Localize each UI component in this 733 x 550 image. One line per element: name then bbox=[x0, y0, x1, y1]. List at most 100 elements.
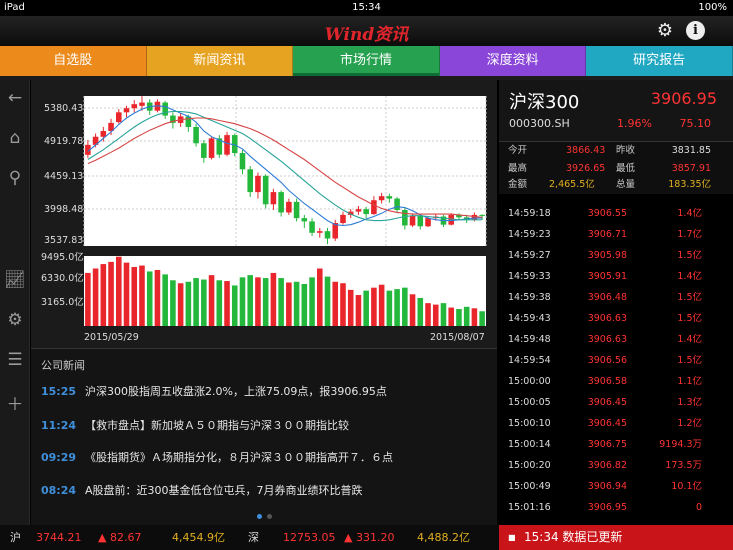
volume-bar bbox=[247, 275, 253, 326]
tick-volume: 1.7亿 bbox=[677, 229, 702, 240]
tick-row: 14:59:23 3906.71 1.7亿 bbox=[499, 224, 733, 245]
volume-bar bbox=[301, 283, 308, 326]
title-bar: Wind资讯 ⚙ i bbox=[0, 16, 733, 46]
volume-axis-label: 6330.0亿 bbox=[41, 272, 84, 284]
volume-bar bbox=[324, 276, 331, 326]
search-icon[interactable]: ⚲ bbox=[0, 168, 30, 188]
volume-bar bbox=[185, 281, 192, 326]
candle-body bbox=[293, 201, 300, 219]
tab-research-data[interactable]: 深度资料 bbox=[439, 46, 587, 76]
tick-time: 15:00:14 bbox=[508, 439, 551, 450]
tab-market[interactable]: 市场行情 bbox=[293, 46, 440, 76]
candle-body bbox=[278, 192, 284, 213]
candle-body bbox=[409, 215, 416, 226]
volume-bar bbox=[139, 265, 145, 326]
tick-row: 14:59:33 3905.91 1.4亿 bbox=[499, 266, 733, 287]
sz-index-change: ▲ 331.20 bbox=[344, 531, 395, 544]
price-axis-label: 5380.43 bbox=[44, 103, 83, 114]
sh-index-change: ▲ 82.67 bbox=[98, 531, 142, 544]
sh-amount: 4,454.9亿 bbox=[172, 531, 225, 544]
news-item[interactable]: 11:24 【救市盘点】新加坡Ａ５０期指与沪深３００期指比较 bbox=[31, 416, 497, 436]
volume-bar bbox=[317, 268, 323, 326]
volume-bar bbox=[108, 261, 114, 326]
amount-label: 金额 bbox=[508, 179, 528, 190]
news-item[interactable]: 09:29 《股指期货》Ａ场期指分化，８月沪深３００期指高开７．６点 bbox=[31, 448, 497, 468]
tick-price: 3906.63 bbox=[587, 334, 627, 345]
candle-body bbox=[425, 218, 431, 227]
tick-price: 3906.63 bbox=[587, 313, 627, 324]
prev-close-label: 昨收 bbox=[616, 145, 636, 156]
volume-bar bbox=[340, 283, 346, 326]
tick-price: 3906.71 bbox=[587, 229, 627, 240]
news-item[interactable]: 08:24 A股盘前：近300基金低仓位屯兵，7月券商业绩环比普跌 bbox=[31, 481, 497, 501]
volume-bar bbox=[293, 281, 300, 326]
tick-volume: 1.1亿 bbox=[677, 376, 702, 387]
main-tabs: 自选股 新闻资讯 市场行情 深度资料 研究报告 bbox=[0, 46, 733, 76]
candle-body bbox=[309, 221, 315, 233]
index-change: 75.10 bbox=[679, 117, 712, 130]
settings-icon[interactable]: ⚙ bbox=[0, 310, 30, 330]
back-arrow-icon[interactable]: ← bbox=[0, 88, 30, 108]
volume-bar bbox=[378, 284, 385, 326]
gear-icon[interactable]: ⚙ bbox=[654, 20, 676, 42]
volume-bar bbox=[262, 278, 269, 326]
low-value: 3857.91 bbox=[671, 163, 711, 174]
volume-bar bbox=[463, 306, 470, 326]
news-headline: 沪深300股指周五收盘涨2.0%，上涨75.09点，报3906.95点 bbox=[85, 385, 387, 398]
info-icon[interactable]: i bbox=[686, 21, 705, 40]
candle-body bbox=[301, 218, 308, 222]
volume-bar bbox=[239, 277, 246, 326]
kline-chart[interactable]: 5380.43 4919.78 4459.13 3998.48 3537.83 … bbox=[31, 80, 497, 348]
chart-icon[interactable]: 📈︎ bbox=[0, 270, 30, 290]
tick-row: 15:00:00 3906.58 1.1亿 bbox=[499, 371, 733, 392]
news-time: 08:24 bbox=[41, 484, 77, 497]
tick-volume: 1.5亿 bbox=[677, 292, 702, 303]
tick-price: 3906.58 bbox=[587, 376, 627, 387]
news-headline: A股盘前：近300基金低仓位屯兵，7月券商业绩环比普跌 bbox=[85, 484, 363, 497]
tick-list[interactable]: 14:59:18 3906.55 1.4亿 14:59:23 3906.71 1.7亿 … bbox=[499, 200, 733, 525]
tab-news[interactable]: 新闻资讯 bbox=[146, 46, 294, 76]
page-indicator[interactable] bbox=[267, 514, 272, 519]
volume-bar bbox=[216, 280, 223, 326]
tick-volume: 1.4亿 bbox=[677, 208, 702, 219]
candle-body bbox=[286, 201, 292, 213]
tick-volume: 1.2亿 bbox=[677, 418, 702, 429]
tick-row: 14:59:54 3906.56 1.5亿 bbox=[499, 350, 733, 371]
tick-volume: 10.1亿 bbox=[671, 481, 702, 492]
volume-bar bbox=[432, 304, 439, 326]
high-label: 最高 bbox=[508, 163, 528, 174]
candle-body bbox=[355, 209, 362, 212]
news-time: 09:29 bbox=[41, 451, 77, 464]
tick-time: 15:00:10 bbox=[508, 418, 551, 429]
candle-body bbox=[255, 175, 261, 193]
home-icon[interactable]: ⌂ bbox=[0, 128, 30, 148]
quote-header: 沪深300 3906.95 000300.SH 1.96% 75.10 bbox=[499, 80, 733, 142]
sz-label: 深 bbox=[248, 531, 259, 544]
ios-status-bar: iPad 15:34 100% bbox=[0, 0, 733, 16]
candle-body bbox=[448, 214, 454, 225]
volume-bar bbox=[471, 308, 478, 326]
candle-body bbox=[116, 112, 122, 123]
candle-body bbox=[139, 102, 145, 106]
price-axis-label: 4919.78 bbox=[44, 136, 83, 147]
index-price: 3906.95 bbox=[650, 89, 717, 108]
tick-time: 14:59:38 bbox=[508, 292, 551, 303]
page-indicator-active[interactable] bbox=[257, 514, 262, 519]
news-time: 11:24 bbox=[41, 419, 77, 432]
price-axis-label: 3537.83 bbox=[44, 235, 83, 246]
price-axis-label: 3998.48 bbox=[44, 204, 83, 215]
open-value: 3866.43 bbox=[566, 145, 606, 156]
volume-bar bbox=[208, 275, 215, 326]
update-status: ■ 15:34 数据已更新 bbox=[499, 525, 733, 550]
candle-body bbox=[262, 175, 269, 205]
volume-bar bbox=[224, 281, 230, 326]
add-icon[interactable]: ＋ bbox=[0, 390, 30, 415]
list-icon[interactable]: ☰ bbox=[0, 350, 30, 370]
tick-price: 3906.56 bbox=[587, 355, 627, 366]
tab-watchlist[interactable]: 自选股 bbox=[0, 46, 147, 76]
tick-time: 15:00:00 bbox=[508, 376, 551, 387]
start-date-label: 2015/05/29 bbox=[84, 332, 139, 343]
open-label: 今开 bbox=[508, 145, 528, 156]
news-item[interactable]: 15:25 沪深300股指周五收盘涨2.0%，上涨75.09点，报3906.95点 bbox=[31, 382, 497, 402]
tab-reports[interactable]: 研究报告 bbox=[586, 46, 733, 76]
